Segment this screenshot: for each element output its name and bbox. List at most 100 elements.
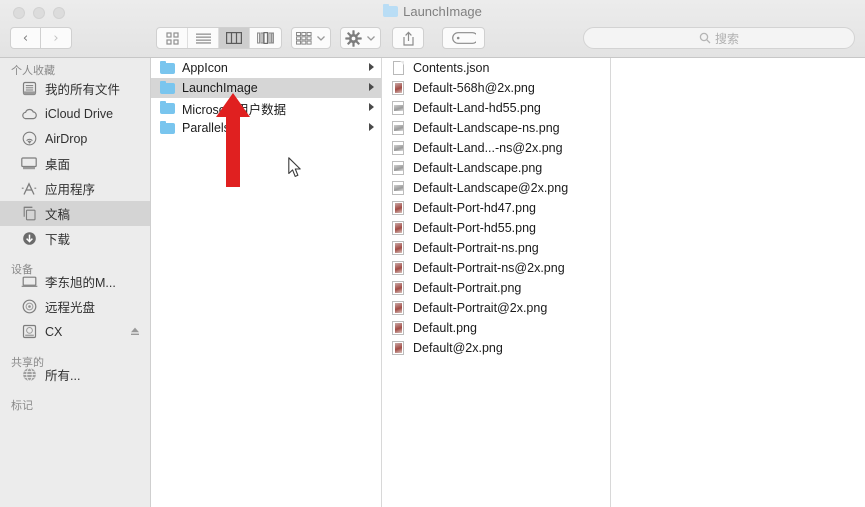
finder-window: LaunchImage ‹ › 搜索 个人收藏 我的所有文件 iCloud Dr… — [0, 0, 865, 507]
forward-button[interactable]: › — [41, 27, 72, 49]
sidebar-item-applications[interactable]: 应用程序 — [0, 176, 150, 201]
window-titlebar: LaunchImage ‹ › 搜索 — [0, 0, 865, 58]
back-button[interactable]: ‹ — [10, 27, 41, 49]
list-view-button[interactable] — [188, 28, 219, 48]
list-item[interactable]: Default-Port-hd55.png — [382, 218, 610, 238]
icon-view-button[interactable] — [157, 28, 188, 48]
sidebar-item-label: 李东旭的M... — [45, 276, 116, 290]
window-title: LaunchImage — [0, 3, 865, 21]
list-item[interactable]: Default-Landscape-ns.png — [382, 118, 610, 138]
list-item-label: AppIcon — [182, 61, 228, 75]
list-item-label: Default-Portrait-ns@2x.png — [413, 261, 565, 275]
chevron-right-icon: › — [53, 30, 59, 46]
list-item[interactable]: Default-Land-hd55.png — [382, 98, 610, 118]
sidebar-section-tags-header: 标记 — [11, 400, 33, 412]
column-3 — [611, 58, 865, 507]
documents-icon — [20, 206, 38, 222]
action-menu-content — [341, 28, 380, 48]
sidebar-item-desktop[interactable]: 桌面 — [0, 151, 150, 176]
list-item[interactable]: Default-Portrait-ns@2x.png — [382, 258, 610, 278]
sidebar-item-label: 我的所有文件 — [45, 83, 121, 97]
sidebar-item-downloads[interactable]: 下载 — [0, 226, 150, 251]
share-button[interactable] — [392, 27, 424, 49]
gear-icon — [345, 29, 362, 47]
sidebar-item-documents[interactable]: 文稿 — [0, 201, 150, 226]
png-portrait-icon — [390, 261, 406, 275]
list-item[interactable]: Parallels — [151, 118, 381, 138]
folder-icon — [159, 101, 175, 115]
chevron-right-icon — [369, 123, 374, 131]
list-item[interactable]: Default-Landscape@2x.png — [382, 178, 610, 198]
list-item[interactable]: Default-Portrait.png — [382, 278, 610, 298]
close-window-button[interactable] — [13, 7, 25, 19]
search-input[interactable]: 搜索 — [583, 27, 855, 49]
png-landscape-icon — [390, 121, 406, 135]
list-item[interactable]: Default@2x.png — [382, 338, 610, 358]
folder-icon — [159, 61, 175, 75]
arrange-by-button[interactable] — [291, 27, 331, 49]
list-item[interactable]: Default-568h@2x.png — [382, 78, 610, 98]
list-item-label: Default@2x.png — [413, 341, 503, 355]
search-content: 搜索 — [699, 30, 739, 47]
sidebar-item-all-shared[interactable]: 所有... — [0, 362, 150, 387]
window-title-text: LaunchImage — [403, 4, 482, 19]
sidebar-item-label: 应用程序 — [45, 183, 96, 197]
png-portrait-icon — [390, 221, 406, 235]
arrange-by-content — [292, 28, 330, 48]
list-item[interactable]: Default-Portrait-ns.png — [382, 238, 610, 258]
downloads-icon — [20, 231, 38, 247]
png-portrait-icon — [390, 281, 406, 295]
json-document-icon — [390, 61, 406, 75]
list-item-label: Default-Land...-ns@2x.png — [413, 141, 563, 155]
sidebar-item-remote-disc[interactable]: 远程光盘 — [0, 294, 150, 319]
sidebar-item-label: 下载 — [45, 233, 71, 247]
sidebar-item-airdrop[interactable]: AirDrop — [0, 126, 150, 151]
folder-icon — [159, 81, 175, 95]
column-view-button[interactable] — [219, 28, 250, 48]
share-content — [393, 28, 423, 48]
list-item-label: Default-Landscape.png — [413, 161, 543, 175]
list-item[interactable]: Microsoft 用户数据 — [151, 98, 381, 118]
tag-content — [443, 28, 484, 48]
maximize-window-button[interactable] — [53, 7, 65, 19]
list-item[interactable]: LaunchImage — [151, 78, 381, 98]
minimize-window-button[interactable] — [33, 7, 45, 19]
coverflow-view-button[interactable] — [250, 28, 281, 48]
list-item[interactable]: Default-Port-hd47.png — [382, 198, 610, 218]
view-mode-segmented-control — [156, 27, 282, 49]
sidebar-section-devices-header: 设备 — [11, 264, 33, 276]
list-item[interactable]: Default.png — [382, 318, 610, 338]
list-item-label: Default-Portrait-ns.png — [413, 241, 539, 255]
tag-button[interactable] — [442, 27, 485, 49]
sidebar-item-cx-drive[interactable]: CX — [0, 319, 150, 344]
list-item-label: Parallels — [182, 121, 230, 135]
airdrop-icon — [20, 131, 38, 147]
sidebar-item-icloud-drive[interactable]: iCloud Drive — [0, 101, 150, 126]
png-portrait-icon — [390, 81, 406, 95]
laptop-icon — [20, 274, 38, 290]
list-item-label: Default-Port-hd47.png — [413, 201, 536, 215]
png-portrait-icon — [390, 201, 406, 215]
search-icon — [699, 32, 711, 44]
list-item[interactable]: Default-Landscape.png — [382, 158, 610, 178]
grid-icon — [165, 31, 179, 45]
sidebar-item-macbook[interactable]: 李东旭的M... — [0, 269, 150, 294]
list-item-label: Microsoft 用户数据 — [182, 102, 287, 117]
column-browser: AppIcon LaunchImage Microsoft 用户数据 Paral… — [151, 58, 865, 507]
png-landscape-icon — [390, 101, 406, 115]
sidebar-item-all-my-files[interactable]: 我的所有文件 — [0, 76, 150, 101]
columns-icon — [226, 32, 242, 44]
list-item[interactable]: Default-Portrait@2x.png — [382, 298, 610, 318]
png-portrait-icon — [390, 301, 406, 315]
list-icon — [195, 33, 211, 44]
list-item-label: Default-Port-hd55.png — [413, 221, 536, 235]
column-2: Contents.json Default-568h@2x.png Defaul… — [382, 58, 611, 507]
png-landscape-icon — [390, 161, 406, 175]
list-item-label: Default.png — [413, 321, 477, 335]
list-item[interactable]: Contents.json — [382, 58, 610, 78]
list-item[interactable]: Default-Land...-ns@2x.png — [382, 138, 610, 158]
eject-icon[interactable] — [130, 325, 140, 337]
action-menu-button[interactable] — [340, 27, 381, 49]
list-item[interactable]: AppIcon — [151, 58, 381, 78]
sidebar-item-label: 桌面 — [45, 158, 71, 172]
